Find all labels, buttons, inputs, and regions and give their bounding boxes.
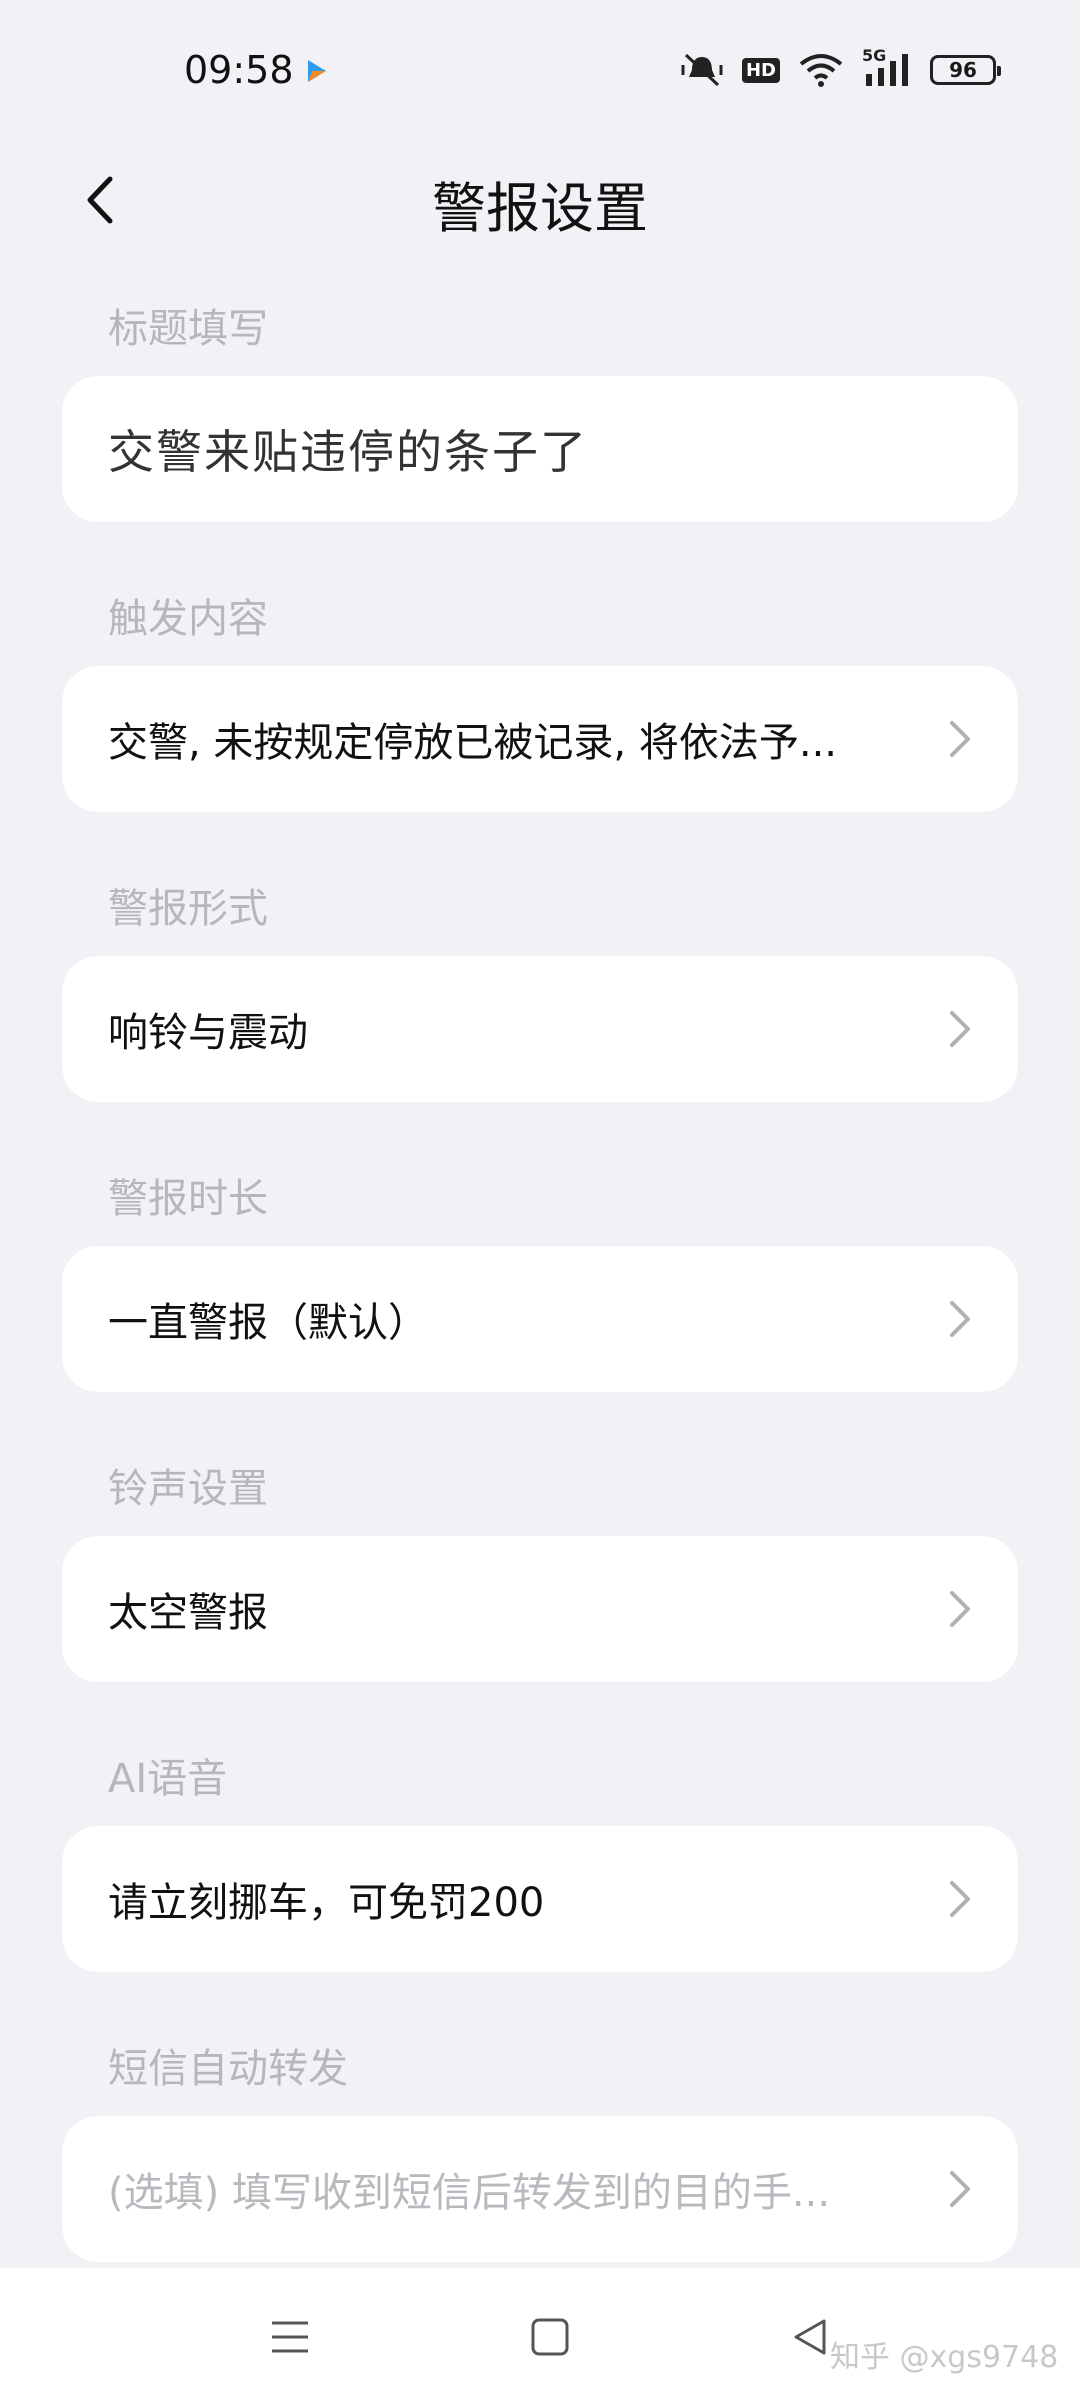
section-label-trigger: 触发内容 bbox=[108, 596, 268, 642]
status-icons: HD 5G 96 bbox=[680, 46, 1001, 88]
chevron-right-icon bbox=[928, 1587, 972, 1631]
ai-voice-row[interactable]: 请立刻挪车，可免罚200 bbox=[62, 1826, 1018, 1972]
alarm-duration-row[interactable]: 一直警报（默认） bbox=[62, 1246, 1018, 1392]
status-bar: 09:58 HD 5G 96 bbox=[0, 0, 1080, 140]
chevron-right-icon bbox=[928, 1007, 972, 1051]
sms-forward-placeholder: (选填) 填写收到短信后转发到的目的手... bbox=[108, 2170, 831, 2216]
sms-forward-row[interactable]: (选填) 填写收到短信后转发到的目的手... bbox=[62, 2116, 1018, 2262]
watermark: 知乎 @xgs9748 bbox=[830, 2340, 1059, 2375]
trigger-content-row[interactable]: 交警, 未按规定停放已被记录, 将依法予... bbox=[62, 666, 1018, 812]
menu-button[interactable] bbox=[260, 2312, 320, 2362]
section-label-sms-forward: 短信自动转发 bbox=[108, 2046, 348, 2092]
battery-indicator: 96 bbox=[930, 55, 1001, 85]
status-time: 09:58 bbox=[184, 48, 294, 92]
hd-badge: HD bbox=[741, 57, 780, 83]
header: 警报设置 bbox=[0, 160, 1080, 240]
chevron-right-icon bbox=[928, 2167, 972, 2211]
page-title: 警报设置 bbox=[432, 177, 648, 240]
home-square-icon bbox=[531, 2318, 569, 2356]
title-input[interactable]: 交警来贴违停的条子了 bbox=[108, 416, 972, 482]
signal-icon bbox=[866, 54, 908, 86]
ringtone-row[interactable]: 太空警报 bbox=[62, 1536, 1018, 1682]
section-label-ai-voice: AI语音 bbox=[108, 1756, 228, 1802]
menu-icon bbox=[272, 2321, 308, 2353]
ai-voice-value: 请立刻挪车，可免罚200 bbox=[108, 1880, 545, 1926]
home-button[interactable] bbox=[520, 2312, 580, 2362]
wifi-icon bbox=[799, 54, 843, 87]
title-input-card[interactable]: 交警来贴违停的条子了 bbox=[62, 376, 1018, 522]
section-label-title: 标题填写 bbox=[108, 306, 268, 352]
app-notification-icon bbox=[308, 60, 326, 82]
section-label-alarm-form: 警报形式 bbox=[108, 886, 268, 932]
alarm-form-value: 响铃与震动 bbox=[108, 1010, 308, 1056]
ringtone-value: 太空警报 bbox=[108, 1590, 268, 1636]
chevron-right-icon bbox=[928, 717, 972, 761]
section-label-ringtone: 铃声设置 bbox=[108, 1466, 268, 1512]
mute-vibrate-icon bbox=[681, 53, 723, 87]
alarm-form-row[interactable]: 响铃与震动 bbox=[62, 956, 1018, 1102]
back-triangle-icon bbox=[794, 2319, 826, 2355]
battery-level: 96 bbox=[949, 58, 977, 82]
section-label-duration: 警报时长 bbox=[108, 1176, 268, 1222]
cellular-signal: 5G bbox=[862, 46, 912, 88]
trigger-content-value: 交警, 未按规定停放已被记录, 将依法予... bbox=[108, 720, 838, 766]
chevron-right-icon bbox=[928, 1877, 972, 1921]
chevron-right-icon bbox=[928, 1297, 972, 1341]
alarm-duration-value: 一直警报（默认） bbox=[108, 1300, 428, 1346]
